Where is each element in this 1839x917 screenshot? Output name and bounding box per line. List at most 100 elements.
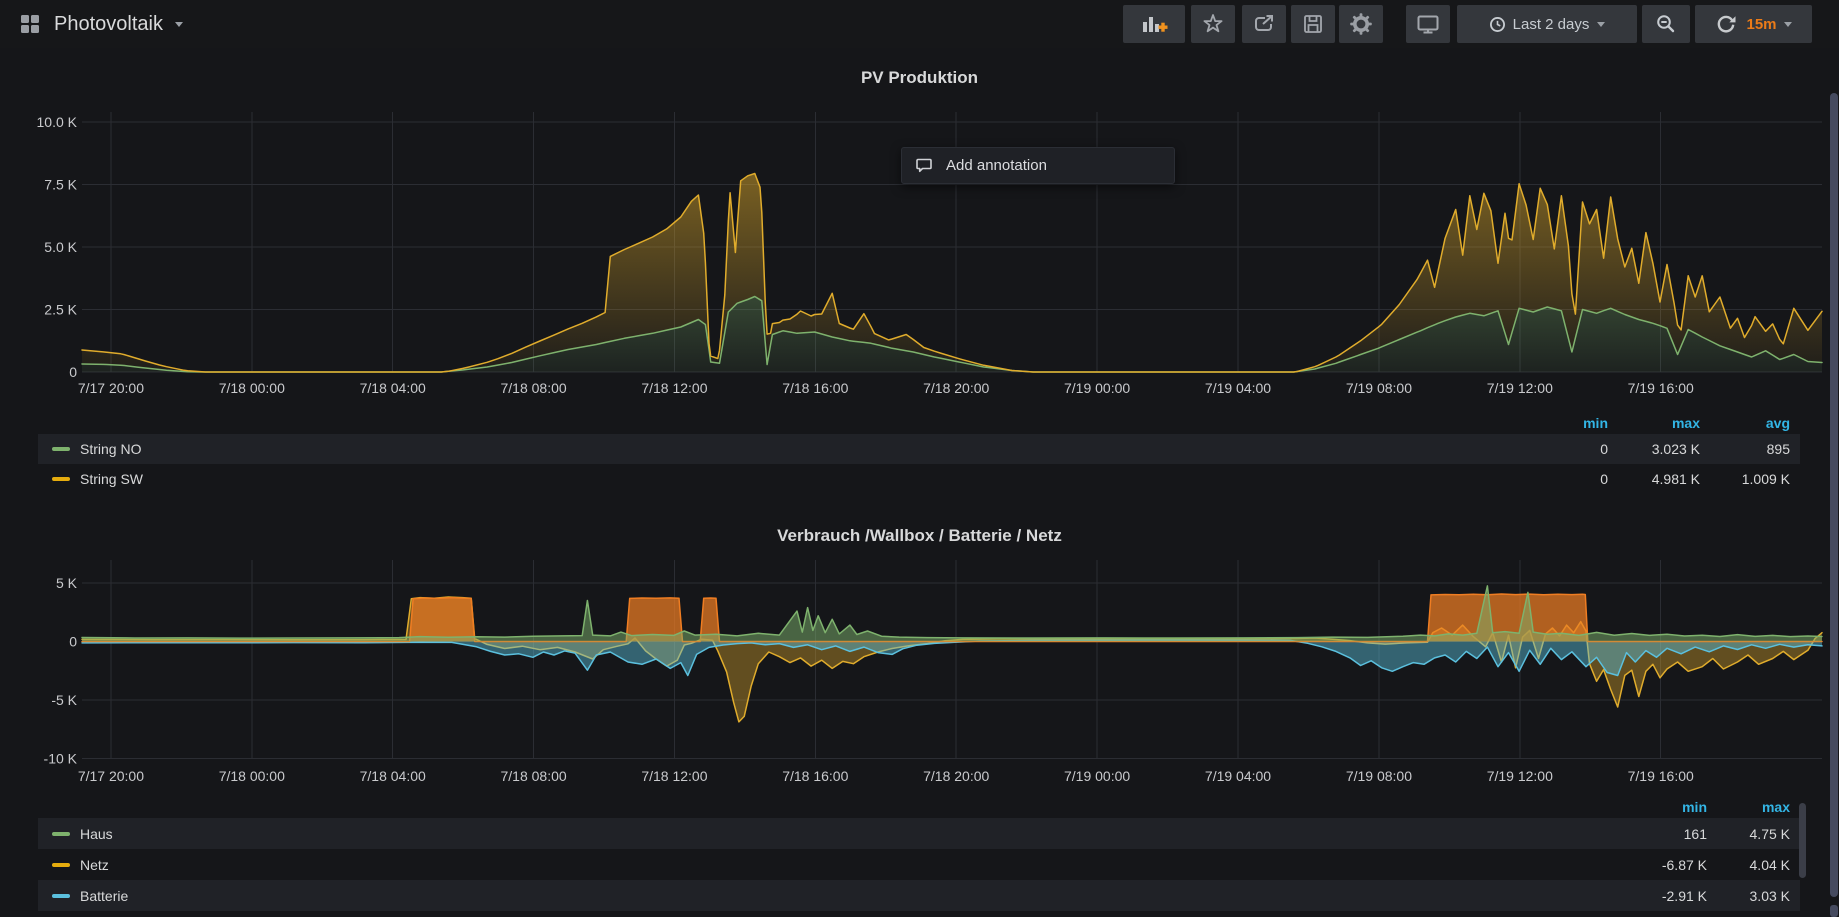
time-range-label: Last 2 days bbox=[1513, 16, 1590, 33]
share-icon bbox=[1252, 12, 1276, 36]
page-scrollbar-end[interactable] bbox=[1830, 905, 1838, 917]
series-color-swatch[interactable] bbox=[52, 477, 70, 481]
x-tick-label: 7/19 04:00 bbox=[1205, 768, 1271, 784]
add-annotation-menu-item[interactable]: Add annotation bbox=[901, 147, 1175, 184]
x-tick-label: 7/18 12:00 bbox=[641, 768, 707, 784]
page-scrollbar-thumb[interactable] bbox=[1830, 93, 1838, 897]
comment-bubble-icon bbox=[915, 157, 933, 174]
legend-row: Netz-6.87 K4.04 K bbox=[38, 849, 1800, 880]
legend-stat-value: 895 bbox=[1700, 441, 1790, 457]
series-color-swatch[interactable] bbox=[52, 894, 70, 898]
x-tick-label: 7/19 12:00 bbox=[1487, 380, 1553, 396]
dashboard-settings-button[interactable] bbox=[1339, 5, 1383, 43]
x-tick-label: 7/18 08:00 bbox=[501, 380, 567, 396]
legend-row: Haus 1614.75 K bbox=[38, 818, 1800, 849]
x-tick-label: 7/19 16:00 bbox=[1628, 380, 1694, 396]
x-tick-label: 7/17 20:00 bbox=[78, 380, 144, 396]
x-tick-label: 7/18 04:00 bbox=[360, 380, 426, 396]
save-dashboard-button[interactable] bbox=[1291, 5, 1335, 43]
monitor-icon bbox=[1416, 12, 1440, 36]
x-tick-label: 7/18 00:00 bbox=[219, 768, 285, 784]
chevron-down-icon bbox=[1784, 22, 1792, 27]
x-tick-label: 7/17 20:00 bbox=[78, 768, 144, 784]
dashboard-title[interactable]: Photovoltaik bbox=[54, 13, 163, 36]
legend-stat-value: 3.023 K bbox=[1608, 441, 1700, 457]
legend-row: Batterie -2.91 K3.03 K bbox=[38, 880, 1800, 911]
x-tick-label: 7/18 20:00 bbox=[923, 768, 989, 784]
legend-stat-value: 161 bbox=[1624, 826, 1707, 842]
panel-title-pv-produktion[interactable]: PV Produktion bbox=[0, 68, 1839, 88]
legend-stat-header-min[interactable]: min bbox=[1516, 415, 1608, 431]
y-tick-label: 7.5 K bbox=[44, 177, 77, 193]
legend-stat-header-min[interactable]: min bbox=[1624, 799, 1707, 815]
series-label[interactable]: String NO bbox=[80, 441, 141, 457]
panel-title-verbrauch[interactable]: Verbrauch /Wallbox / Batterie / Netz bbox=[0, 526, 1839, 546]
zoom-out-time-button[interactable] bbox=[1642, 5, 1690, 43]
y-tick-label: 0 bbox=[69, 364, 77, 380]
x-tick-label: 7/19 04:00 bbox=[1205, 380, 1271, 396]
series-label[interactable]: Haus bbox=[80, 826, 113, 842]
legend-stat-header-avg[interactable]: avg bbox=[1700, 415, 1790, 431]
refresh-icon bbox=[1715, 13, 1737, 35]
x-tick-label: 7/19 12:00 bbox=[1487, 768, 1553, 784]
legend-row: String SW 04.981 K1.009 K bbox=[38, 464, 1800, 494]
series-label[interactable]: String SW bbox=[80, 471, 143, 487]
cycle-view-mode-button[interactable] bbox=[1406, 5, 1450, 43]
series-area-batterie bbox=[82, 640, 1822, 675]
legend-stat-header-max[interactable]: max bbox=[1707, 799, 1790, 815]
legend-row: String NO 03.023 K895 bbox=[38, 434, 1800, 464]
legend-header-row: minmax bbox=[38, 796, 1800, 818]
x-tick-label: 7/19 00:00 bbox=[1064, 380, 1130, 396]
magnifier-minus-icon bbox=[1654, 12, 1678, 36]
legend-stat-value: 0 bbox=[1516, 441, 1608, 457]
navbar: Photovoltaik bbox=[0, 0, 1839, 48]
star-dashboard-button[interactable] bbox=[1191, 5, 1235, 43]
legend-stat-value: 0 bbox=[1516, 471, 1608, 487]
star-icon bbox=[1201, 12, 1225, 36]
y-tick-label: 0 bbox=[69, 634, 77, 650]
y-tick-label: 5 K bbox=[56, 575, 78, 591]
gear-icon bbox=[1349, 12, 1373, 36]
series-label[interactable]: Batterie bbox=[80, 888, 128, 904]
add-panel-button[interactable] bbox=[1123, 5, 1185, 43]
x-tick-label: 7/18 20:00 bbox=[923, 380, 989, 396]
y-tick-label: -5 K bbox=[51, 692, 77, 708]
legend-stat-value: -2.91 K bbox=[1624, 888, 1707, 904]
grafana-dashboard: 0 2.5 K 5.0 K 7.5 K 10.0 K 7/17 20:00 7/18 00:… bbox=[0, 0, 1839, 917]
legend-stat-value: 4.981 K bbox=[1608, 471, 1700, 487]
x-tick-label: 7/19 08:00 bbox=[1346, 380, 1412, 396]
time-range-picker[interactable]: Last 2 days bbox=[1457, 5, 1637, 43]
y-tick-label: 5.0 K bbox=[44, 239, 77, 255]
add-annotation-label: Add annotation bbox=[946, 157, 1047, 174]
series-color-swatch[interactable] bbox=[52, 832, 70, 836]
chevron-down-icon bbox=[175, 22, 183, 27]
legend-header-row: minmaxavg bbox=[38, 412, 1800, 434]
x-tick-label: 7/19 08:00 bbox=[1346, 768, 1412, 784]
series-color-swatch[interactable] bbox=[52, 863, 70, 867]
y-tick-label: -10 K bbox=[44, 751, 78, 767]
dashboard-title-group[interactable]: Photovoltaik bbox=[18, 0, 183, 48]
legend-stat-value: 1.009 K bbox=[1700, 471, 1790, 487]
clock-icon bbox=[1489, 16, 1506, 33]
x-tick-label: 7/19 00:00 bbox=[1064, 768, 1130, 784]
dashboards-grid-icon bbox=[18, 12, 42, 36]
x-tick-label: 7/18 16:00 bbox=[782, 380, 848, 396]
legend-scrollbar-thumb[interactable] bbox=[1799, 803, 1806, 878]
legend-stat-header-max[interactable]: max bbox=[1608, 415, 1700, 431]
legend-stat-value: 4.75 K bbox=[1707, 826, 1790, 842]
series-label[interactable]: Netz bbox=[80, 857, 109, 873]
save-icon bbox=[1301, 12, 1325, 36]
x-tick-label: 7/18 16:00 bbox=[782, 768, 848, 784]
refresh-interval-label: 15m bbox=[1746, 16, 1776, 33]
share-dashboard-button[interactable] bbox=[1242, 5, 1286, 43]
x-tick-label: 7/19 16:00 bbox=[1628, 768, 1694, 784]
x-tick-label: 7/18 04:00 bbox=[360, 768, 426, 784]
chart2-plot[interactable]: -10 K -5 K 0 5 K 7/17 20:00 7/18 00:00 7/18 04… bbox=[44, 560, 1822, 784]
add-panel-icon bbox=[1140, 13, 1168, 35]
x-tick-label: 7/18 12:00 bbox=[641, 380, 707, 396]
legend-stat-value: 3.03 K bbox=[1707, 888, 1790, 904]
refresh-picker[interactable]: 15m bbox=[1695, 5, 1812, 43]
y-tick-label: 10.0 K bbox=[37, 114, 78, 130]
series-color-swatch[interactable] bbox=[52, 447, 70, 451]
y-tick-label: 2.5 K bbox=[44, 302, 77, 318]
